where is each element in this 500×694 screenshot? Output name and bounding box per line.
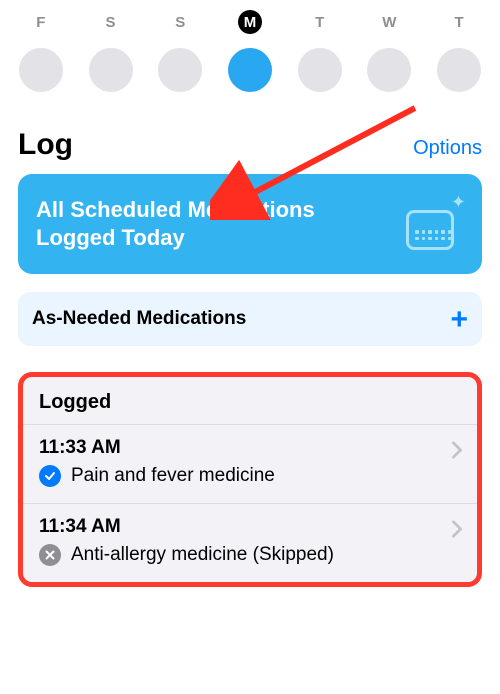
chevron-right-icon [451,441,463,464]
day-status-circle [367,48,411,92]
plus-icon[interactable]: + [450,312,468,327]
log-time: 11:34 AM [39,516,461,538]
day-letter: M [238,10,262,34]
options-button[interactable]: Options [413,137,482,160]
day-status-circle [89,48,133,92]
day-column[interactable]: S [152,10,208,92]
day-status-circle [298,48,342,92]
logged-section-header: Logged [23,377,477,425]
calendar-sparkle-icon: ✦ [404,194,464,254]
medication-name: Pain and fever medicine [71,465,275,487]
day-status-circle [228,48,272,92]
day-letter: S [99,10,123,34]
chevron-right-icon [451,520,463,543]
day-status-circle [158,48,202,92]
day-letter: S [168,10,192,34]
day-selector: F S S M T W T [0,0,500,92]
banner-title: All Scheduled Medications Logged Today [36,196,336,252]
log-entry[interactable]: 11:33 AM Pain and fever medicine [23,425,477,504]
logged-section: Logged 11:33 AM Pain and fever medicine … [18,372,482,587]
page-title: Log [18,128,73,162]
day-letter: F [29,10,53,34]
as-needed-label: As-Needed Medications [32,308,246,330]
day-status-circle [437,48,481,92]
all-logged-banner[interactable]: All Scheduled Medications Logged Today ✦ [18,174,482,274]
day-letter: T [447,10,471,34]
day-column[interactable]: T [431,10,487,92]
day-status-circle [19,48,63,92]
x-circle-icon [39,544,61,566]
day-letter: T [308,10,332,34]
day-column[interactable]: W [361,10,417,92]
day-column[interactable]: M [222,10,278,92]
day-column[interactable]: F [13,10,69,92]
day-letter: W [377,10,401,34]
log-time: 11:33 AM [39,437,461,459]
day-column[interactable]: T [292,10,348,92]
as-needed-row[interactable]: As-Needed Medications + [18,292,482,346]
log-entry[interactable]: 11:34 AM Anti-allergy medicine (Skipped) [23,504,477,582]
day-column[interactable]: S [83,10,139,92]
checkmark-circle-icon [39,465,61,487]
log-header-row: Log Options [18,128,482,162]
medication-name: Anti-allergy medicine (Skipped) [71,544,334,566]
